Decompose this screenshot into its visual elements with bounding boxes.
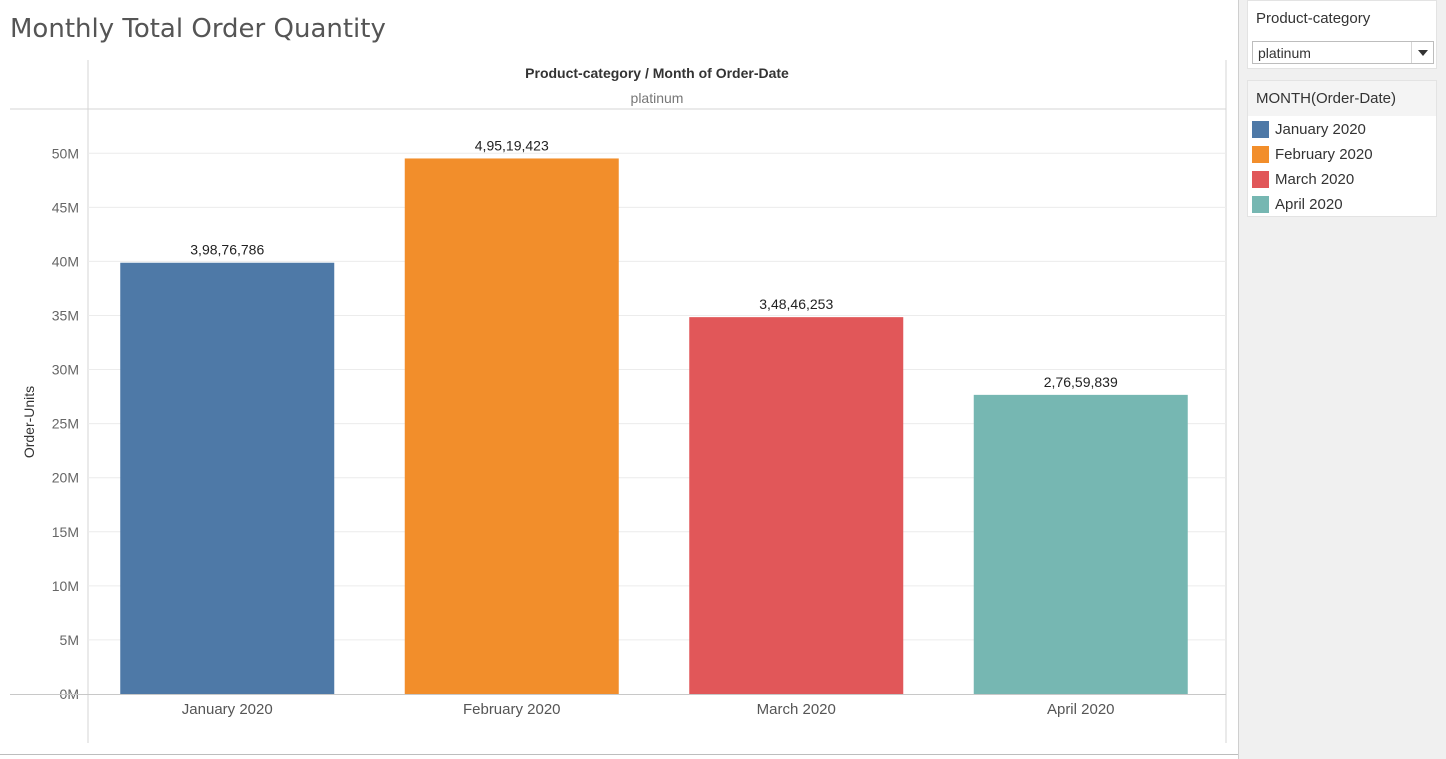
y-tick-label: 50M bbox=[52, 145, 79, 161]
y-tick-label: 45M bbox=[52, 199, 79, 215]
chart-bottom-border bbox=[0, 754, 1238, 755]
legend-label: March 2020 bbox=[1275, 171, 1355, 188]
y-tick-label: 35M bbox=[52, 307, 79, 323]
legend-swatch bbox=[1252, 121, 1269, 138]
x-tick-label: March 2020 bbox=[757, 701, 836, 718]
legend-label: January 2020 bbox=[1275, 121, 1366, 138]
bar bbox=[973, 394, 1188, 694]
bar-value-label: 4,95,19,423 bbox=[475, 137, 549, 153]
y-tick-label: 25M bbox=[52, 416, 79, 432]
filter-title: Product-category bbox=[1256, 10, 1371, 27]
legend-swatch bbox=[1252, 146, 1269, 163]
bar-value-label: 2,76,59,839 bbox=[1044, 374, 1118, 390]
x-tick-label: January 2020 bbox=[182, 701, 273, 718]
y-tick-label: 15M bbox=[52, 524, 79, 540]
bar bbox=[120, 262, 335, 694]
legend-swatch bbox=[1252, 196, 1269, 213]
y-tick-label: 20M bbox=[52, 470, 79, 486]
dashboard: Monthly Total Order Quantity Product-cat… bbox=[0, 0, 1446, 759]
x-tick-label: February 2020 bbox=[463, 701, 561, 718]
chevron-down-icon[interactable] bbox=[1411, 42, 1433, 63]
chart-header: Product-category / Month of Order-Date bbox=[525, 65, 789, 81]
legend-label: April 2020 bbox=[1275, 196, 1343, 213]
y-tick-label: 10M bbox=[52, 578, 79, 594]
pane-label: platinum bbox=[631, 90, 684, 106]
x-tick-label: April 2020 bbox=[1047, 701, 1115, 718]
bar-chart: Product-category / Month of Order-Date pl… bbox=[10, 60, 1227, 743]
legend-swatch bbox=[1252, 171, 1269, 188]
y-axis-label: Order-Units bbox=[21, 386, 37, 458]
legend-label: February 2020 bbox=[1275, 146, 1373, 163]
bar bbox=[404, 158, 619, 694]
y-tick-label: 5M bbox=[60, 632, 79, 648]
y-tick-label: 40M bbox=[52, 253, 79, 269]
legend-title: MONTH(Order-Date) bbox=[1248, 81, 1436, 116]
dropdown-selected-value: platinum bbox=[1258, 45, 1311, 61]
bar-value-label: 3,98,76,786 bbox=[190, 242, 264, 258]
bar bbox=[689, 317, 904, 694]
product-category-dropdown[interactable]: platinum bbox=[1252, 41, 1434, 64]
y-tick-label: 30M bbox=[52, 362, 79, 378]
color-legend: MONTH(Order-Date) January 2020 February … bbox=[1247, 80, 1437, 217]
bar-value-label: 3,48,46,253 bbox=[759, 296, 833, 312]
product-category-filter: Product-category platinum bbox=[1247, 0, 1437, 69]
